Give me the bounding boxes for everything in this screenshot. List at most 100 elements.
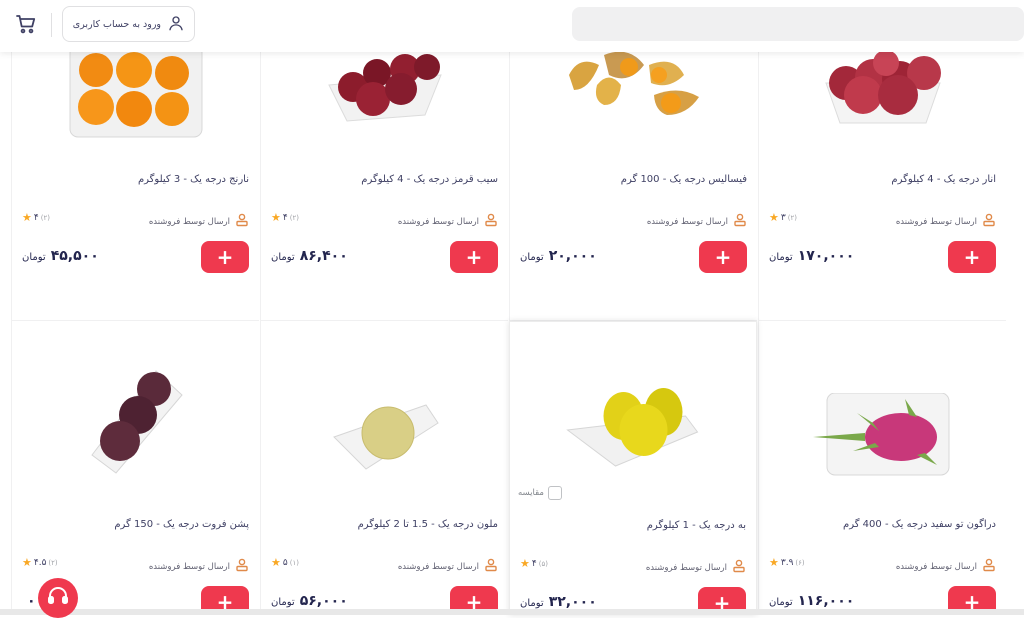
product-price: ۸۶,۴۰۰ تومان [271,248,348,264]
product-card-melon[interactable]: ملون درجه یک - 1.5 تا 2 کیلوگرم ارسال تو… [260,321,508,615]
product-image[interactable] [566,386,701,471]
price-value: ۱۱۶,۰۰۰ [797,593,855,609]
product-image[interactable] [325,45,445,125]
seller-label: ارسال توسط فروشنده [397,561,479,572]
rating-count: (۶) [795,558,805,567]
price-currency: تومان [769,252,793,263]
price-value: ۱۷۰,۰۰۰ [797,248,855,264]
seller-icon [733,213,747,230]
product-price: ۱۱۶,۰۰۰ تومان [769,593,854,609]
product-title[interactable]: نارنج درجه یک - 3 کیلوگرم [138,174,249,185]
star-icon: ★ [769,211,779,224]
product-image[interactable] [812,392,953,478]
rating-value: ۵ [282,557,288,568]
rating-count: (۲) [787,213,797,222]
rating-count: (۱) [289,558,299,567]
product-price: ۵۶,۰۰۰ تومان [271,593,348,609]
star-icon: ★ [22,211,32,224]
seller-label: ارسال توسط فروشنده [646,216,728,227]
star-icon: ★ [769,556,779,569]
rating-count: (۲) [40,213,50,222]
rating-value: ۳.۹ [780,557,794,568]
price-value: ۲۰,۰۰۰ [548,248,597,264]
rating-value: ۴ [33,212,39,223]
price-value: ۸۶,۴۰۰ [299,248,348,264]
product-card-dragon-fruit[interactable]: دراگون تو سفید درجه یک - 400 گرم ارسال ت… [758,321,1006,615]
add-to-cart-button[interactable]: + [201,241,249,273]
product-rating: ★ ۴ (۵) [520,557,548,570]
rating-count: (۵) [538,559,548,568]
product-price: ۴۵,۵۰۰ تومان [22,248,99,264]
page-bottom-bar [0,609,1024,615]
product-title[interactable]: پشن فروت درجه یک - 150 گرم [114,519,249,530]
product-title[interactable]: ملون درجه یک - 1.5 تا 2 کیلوگرم [358,519,498,530]
cart-icon[interactable] [14,12,38,36]
user-icon [167,14,185,35]
seller-label: ارسال توسط فروشنده [895,216,977,227]
compare-checkbox-box[interactable] [547,486,562,500]
support-chat-button[interactable] [38,578,78,618]
add-to-cart-button[interactable]: + [450,241,498,273]
product-card-passion-fruit[interactable]: پشن فروت درجه یک - 150 گرم ارسال توسط فر… [11,321,259,615]
product-card-quince[interactable]: مقایسه به درجه یک - 1 کیلوگرم ارسال توسط… [509,321,757,615]
star-icon: ★ [22,556,32,569]
rating-count: (۲) [48,558,58,567]
compare-checkbox[interactable]: مقایسه [518,486,562,500]
seller-icon [982,558,996,575]
seller-label: ارسال توسط فروشنده [645,562,727,573]
product-rating: ★ ۴ (۲) [22,211,50,224]
star-icon: ★ [520,557,530,570]
seller-icon [235,213,249,230]
product-title[interactable]: فیسالیس درجه یک - 100 گرم [621,174,747,185]
header-divider [51,13,52,37]
compare-label: مقایسه [518,488,544,498]
product-title[interactable]: سیب قرمز درجه یک - 4 کیلوگرم [361,174,498,185]
price-currency: تومان [271,597,295,608]
product-rating: ★ ۳ (۲) [769,211,797,224]
headset-icon [46,584,70,612]
seller-icon [484,213,498,230]
product-title[interactable]: به درجه یک - 1 کیلوگرم [647,520,746,531]
rating-value: ۴.۵ [33,557,47,568]
product-rating: ★ ۵ (۱) [271,556,299,569]
seller-icon [732,559,746,576]
login-button[interactable]: ورود به حساب کاربری [62,6,195,42]
seller-icon [982,213,996,230]
product-price: ۲۰,۰۰۰ تومان [520,248,597,264]
seller-label: ارسال توسط فروشنده [895,561,977,572]
header: ورود به حساب کاربری [0,0,1024,52]
login-label: ورود به حساب کاربری [72,18,161,30]
product-image[interactable] [86,365,186,475]
product-image[interactable] [559,45,709,125]
product-price: ۱۷۰,۰۰۰ تومان [769,248,854,264]
search-input[interactable] [572,7,1024,41]
seller-info: ارسال توسط فروشنده [398,558,498,575]
product-image[interactable] [818,45,948,130]
price-currency: تومان [22,252,46,263]
product-title[interactable]: انار درجه یک - 4 کیلوگرم [891,174,996,185]
seller-info: ارسال توسط فروشنده [398,213,498,230]
price-value: ۵۶,۰۰۰ [299,593,348,609]
product-rating: ★ ۳.۹ (۶) [769,556,805,569]
add-to-cart-button[interactable]: + [948,241,996,273]
seller-info: ارسال توسط فروشنده [149,213,249,230]
seller-label: ارسال توسط فروشنده [148,561,230,572]
seller-icon [484,558,498,575]
seller-info: ارسال توسط فروشنده [896,213,996,230]
add-to-cart-button[interactable]: + [699,241,747,273]
seller-info: ارسال توسط فروشنده [896,558,996,575]
product-rating: ★ ۴ (۲) [271,211,299,224]
star-icon: ★ [271,211,281,224]
seller-label: ارسال توسط فروشنده [397,216,479,227]
product-image[interactable] [66,44,206,140]
rating-count: (۲) [289,213,299,222]
price-currency: تومان [520,598,544,609]
seller-icon [235,558,249,575]
product-title[interactable]: دراگون تو سفید درجه یک - 400 گرم [843,519,996,530]
rating-value: ۳ [780,212,786,223]
product-image[interactable] [330,399,440,471]
price-currency: تومان [769,597,793,608]
product-price: ۳۲,۰۰۰ تومان [520,594,597,610]
star-icon: ★ [271,556,281,569]
price-currency: تومان [271,252,295,263]
